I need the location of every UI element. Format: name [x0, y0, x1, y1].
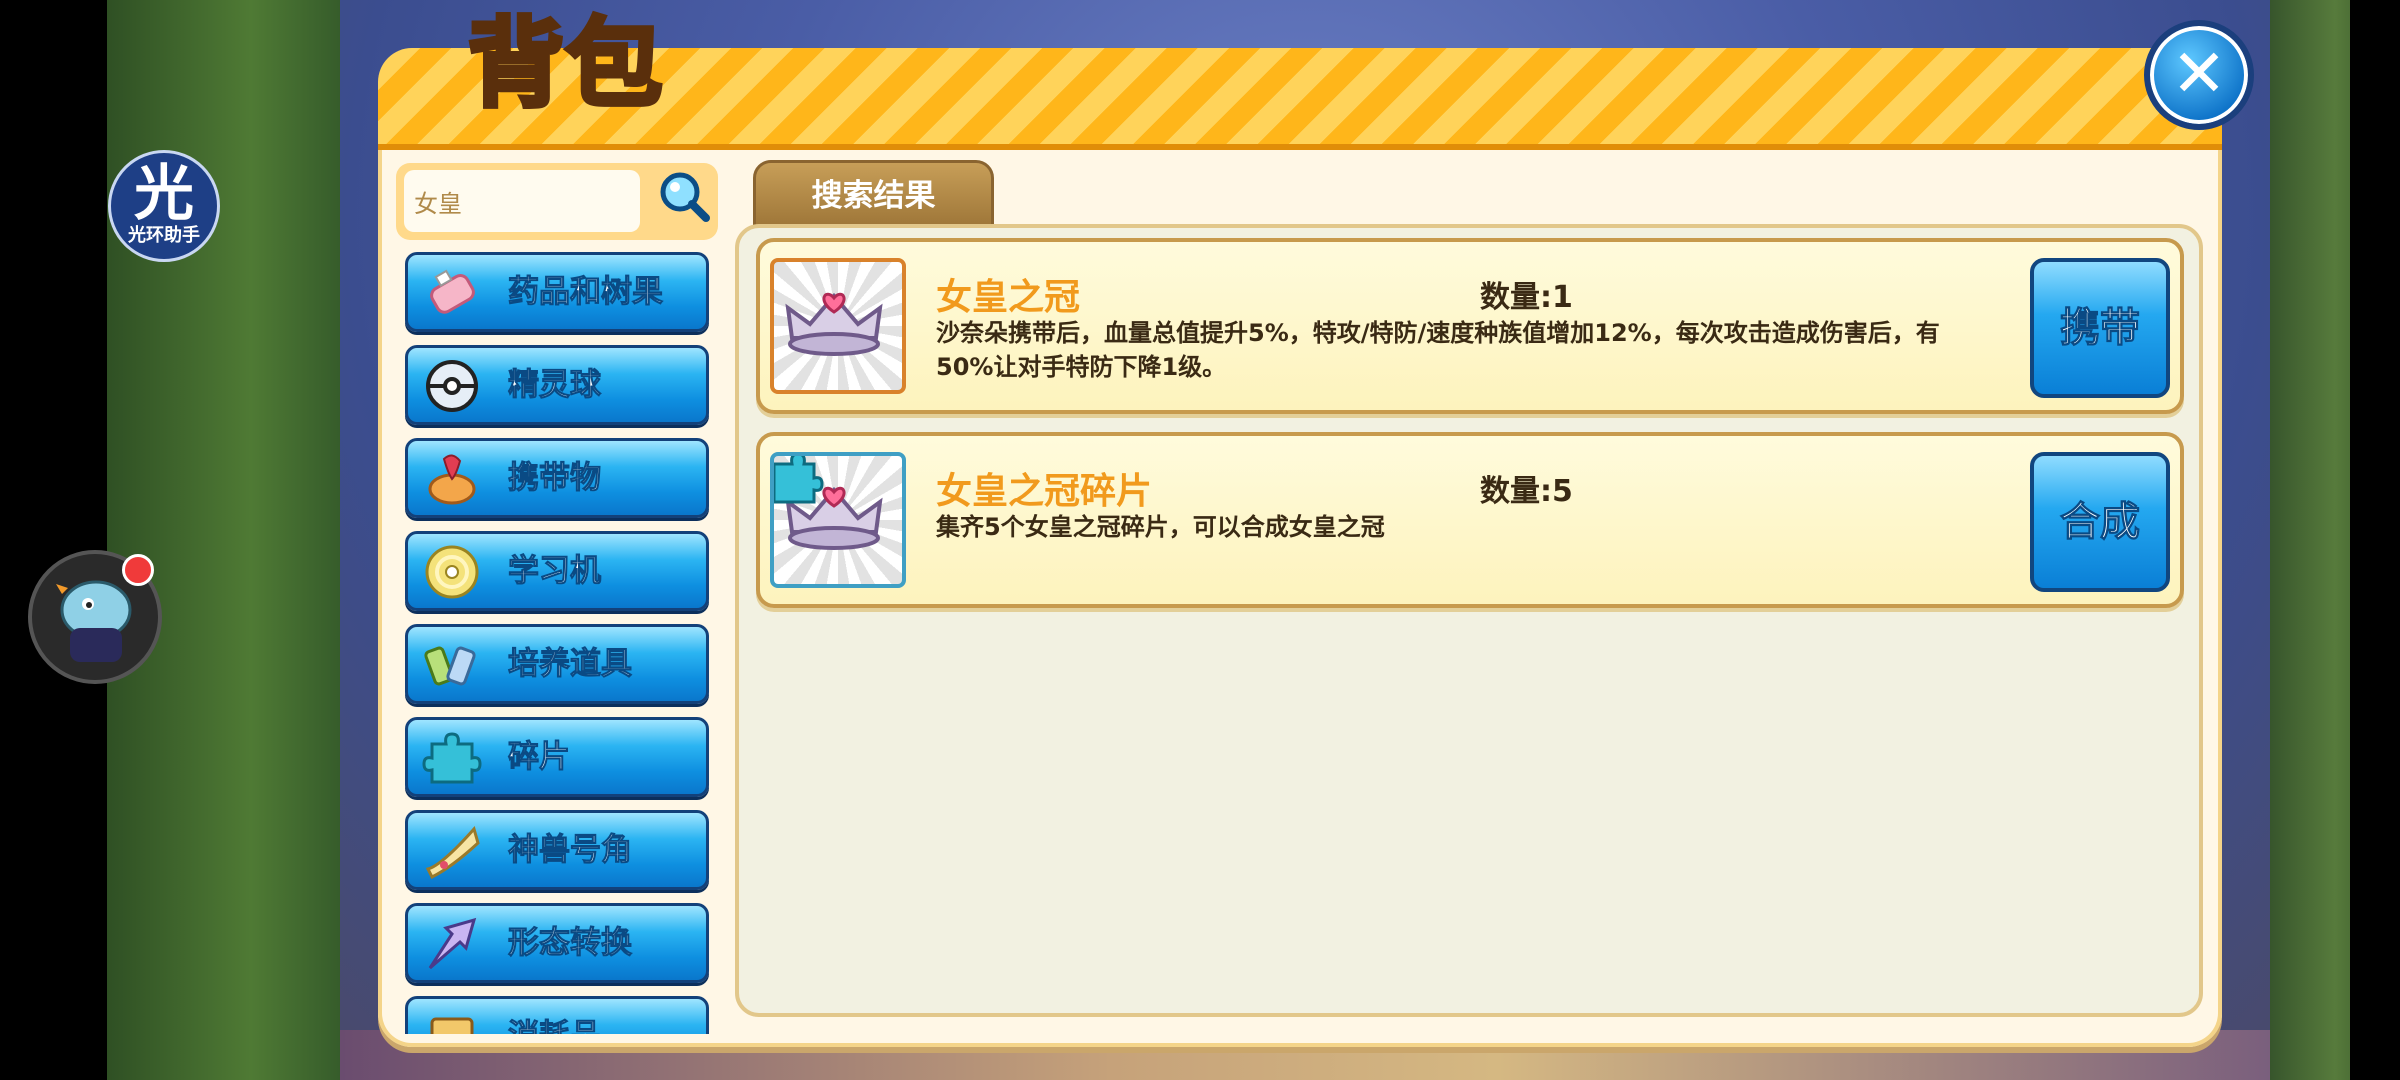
list-item: 女皇之冠碎片 数量:5 集齐5个女皇之冠碎片，可以合成女皇之冠 合成	[756, 432, 2184, 608]
category-consumables[interactable]: 消耗品	[405, 996, 709, 1034]
item-description: 沙奈朵携带后，血量总值提升5%，特攻/特防/速度种族值增加12%，每次攻击造成伤…	[936, 319, 1940, 381]
category-label: 形态转换	[508, 925, 633, 962]
category-list-clip: 消耗品	[400, 994, 716, 1034]
craft-button[interactable]: 合成	[2030, 452, 2170, 592]
notification-dot	[122, 554, 154, 586]
disc-icon	[425, 545, 479, 599]
screen-edge	[2350, 0, 2400, 1080]
category-label: 精灵球	[508, 367, 602, 404]
assistant-label: 光环助手	[128, 225, 200, 246]
box-icon	[430, 1017, 474, 1034]
category-label: 神兽号角	[508, 832, 633, 869]
category-tms[interactable]: 学习机	[405, 531, 709, 611]
category-label: 学习机	[508, 553, 602, 590]
close-icon: ✕	[2171, 35, 2227, 112]
item-quantity: 数量:5	[1480, 474, 1573, 509]
list-item: 女皇之冠 数量:1 沙奈朵携带后，血量总值提升5%，特攻/特防/速度种族值增加1…	[756, 238, 2184, 414]
potion-icon	[430, 269, 475, 314]
category-label: 携带物	[508, 460, 602, 497]
category-label: 培养道具	[508, 646, 633, 683]
arrow-icon	[428, 917, 477, 970]
page-title: 背包	[466, 6, 665, 123]
category-pokeballs[interactable]: 精灵球	[405, 345, 709, 425]
assistant-logo-char: 光	[134, 159, 194, 229]
item-thumbnail[interactable]	[770, 258, 906, 394]
crown-fragment-icon	[772, 452, 883, 550]
item-thumbnail[interactable]	[770, 452, 906, 588]
held-item-icon	[428, 454, 476, 505]
category-training-items[interactable]: 培养道具	[405, 624, 709, 704]
tab-search-results[interactable]: 搜索结果	[753, 160, 994, 230]
item-name: 女皇之冠碎片	[936, 471, 1153, 512]
puzzle-piece-icon	[422, 732, 482, 784]
search-input[interactable]	[404, 170, 640, 232]
item-name: 女皇之冠	[936, 277, 1081, 318]
item-description: 集齐5个女皇之冠碎片，可以合成女皇之冠	[936, 513, 1385, 541]
category-label: 碎片	[508, 739, 571, 776]
category-legendary-horn[interactable]: 神兽号角	[405, 810, 709, 890]
category-form-change[interactable]: 形态转换	[405, 903, 709, 983]
assistant-floating-button[interactable]: 光 光环助手	[108, 150, 220, 262]
search-icon	[660, 172, 710, 222]
category-fragments[interactable]: 碎片	[405, 717, 709, 797]
category-label: 消耗品	[508, 999, 602, 1035]
training-item-icon	[424, 646, 476, 686]
horn-icon	[425, 825, 480, 880]
category-held-items[interactable]: 携带物	[405, 438, 709, 518]
pokeball-icon	[426, 360, 478, 412]
close-button[interactable]: ✕	[2144, 20, 2254, 130]
category-label: 药品和树果	[508, 274, 664, 311]
equip-button[interactable]: 携带	[2030, 258, 2170, 398]
search-button[interactable]	[656, 168, 712, 224]
category-potions[interactable]: 药品和树果	[405, 252, 709, 332]
item-quantity: 数量:1	[1480, 280, 1573, 315]
crown-icon	[785, 292, 883, 356]
